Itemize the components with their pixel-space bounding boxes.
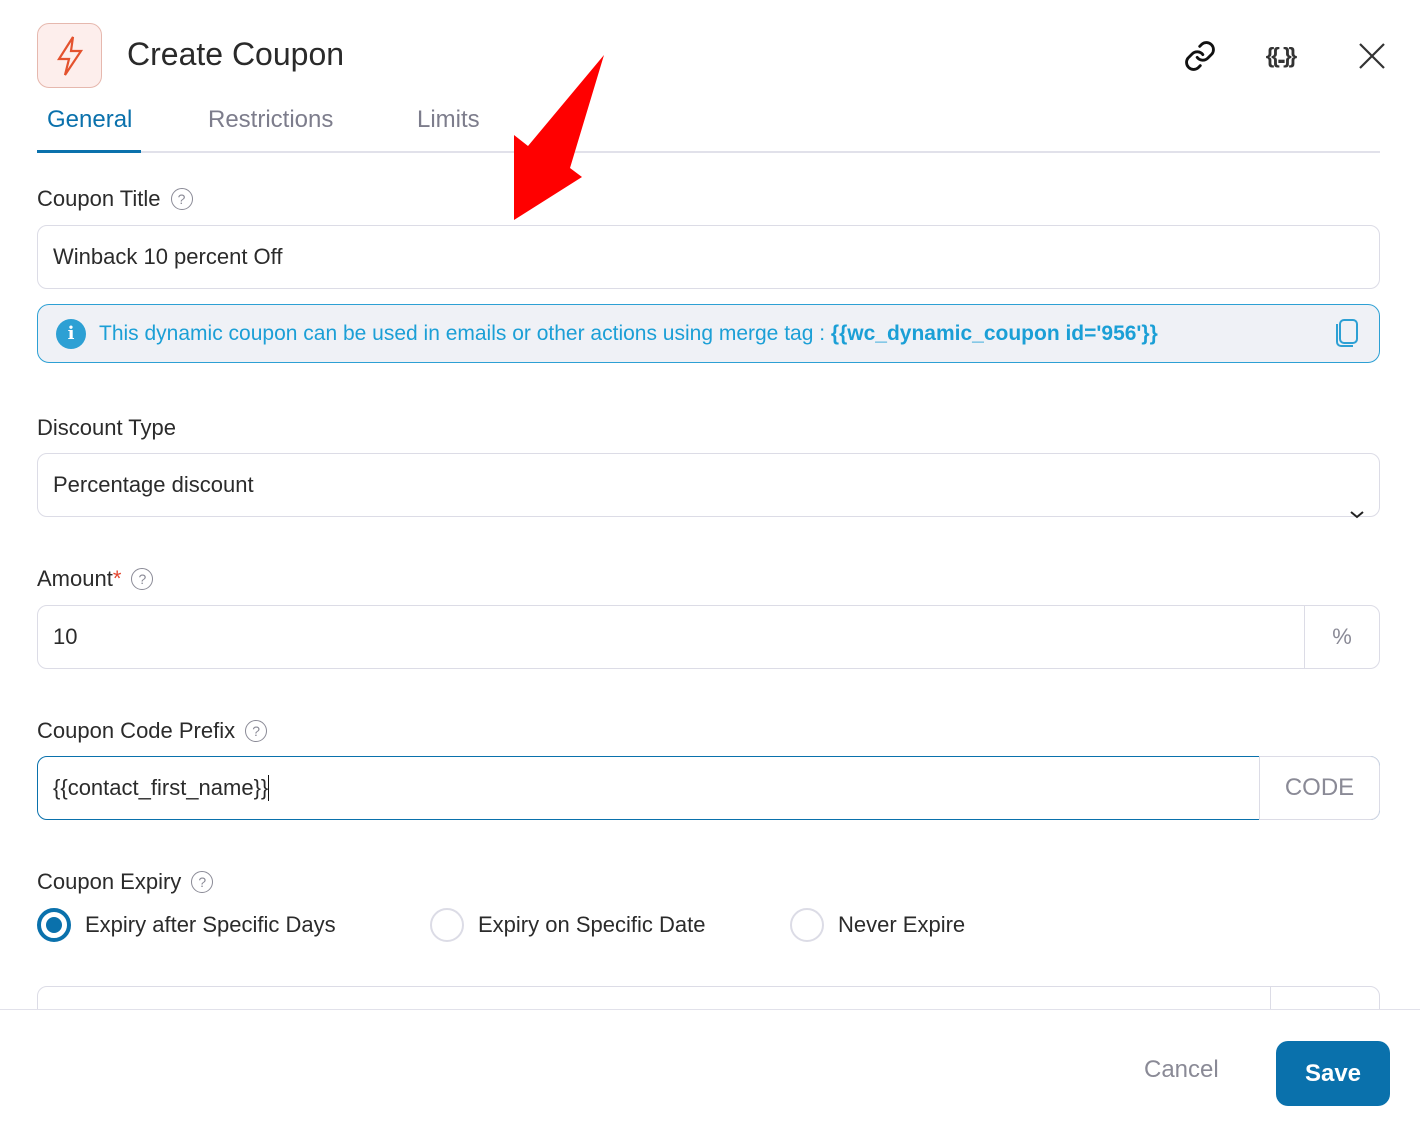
lightning-icon	[37, 23, 102, 88]
radio-expiry-days[interactable]: Expiry after Specific Days	[37, 908, 336, 942]
copy-icon[interactable]	[1335, 318, 1359, 354]
page-title: Create Coupon	[127, 36, 345, 72]
radio-expiry-date[interactable]: Expiry on Specific Date	[430, 908, 705, 942]
help-icon[interactable]: ?	[191, 871, 214, 893]
help-icon[interactable]: ?	[131, 568, 154, 590]
prefix-value: {{contact_first_name}}	[53, 775, 270, 801]
radio-icon	[790, 908, 824, 942]
tab-general[interactable]: General	[47, 106, 132, 134]
radio-icon	[430, 908, 464, 942]
radio-label: Expiry after Specific Days	[85, 912, 336, 937]
merge-tag-info-banner: i This dynamic coupon can be used in ema…	[37, 304, 1380, 363]
close-icon[interactable]	[1354, 38, 1390, 74]
cancel-button[interactable]: Cancel	[1144, 1056, 1219, 1084]
link-icon[interactable]	[1182, 38, 1218, 74]
help-icon[interactable]: ?	[170, 188, 193, 210]
radio-label: Never Expire	[838, 912, 966, 937]
tab-restrictions[interactable]: Restrictions	[208, 106, 333, 134]
save-button[interactable]: Save	[1276, 1041, 1390, 1106]
merge-tag-text: {{wc_dynamic_coupon id='956'}}	[830, 321, 1158, 345]
chevron-down-icon	[1349, 500, 1365, 526]
discount-type-select[interactable]: Percentage discount	[37, 453, 1380, 519]
required-marker: *	[112, 566, 122, 591]
label-text: Amount	[37, 566, 113, 591]
code-suffix: CODE	[1259, 756, 1380, 820]
coupon-prefix-label: Coupon Code Prefix?	[37, 718, 268, 744]
info-text: This dynamic coupon can be used in email…	[99, 321, 831, 345]
radio-label: Expiry on Specific Date	[478, 912, 706, 937]
label-text: Coupon Expiry	[37, 869, 182, 894]
amount-value: 10	[53, 624, 78, 649]
amount-label: Amount *?	[37, 566, 154, 592]
active-tab-indicator	[37, 150, 141, 153]
coupon-prefix-input[interactable]: {{contact_first_name}} CODE	[37, 756, 1380, 820]
annotation-arrow-icon	[514, 55, 604, 220]
coupon-title-label: Coupon Title?	[37, 186, 193, 212]
modal-footer: Cancel Save	[0, 1009, 1420, 1122]
label-text: Coupon Title	[37, 186, 161, 211]
coupon-title-input[interactable]: Winback 10 percent Off	[37, 225, 1380, 289]
amount-input[interactable]: 10 %	[37, 605, 1380, 669]
modal-header: Create Coupon {{..}}	[0, 0, 1420, 108]
help-icon[interactable]: ?	[245, 720, 268, 742]
discount-type-label: Discount Type	[37, 415, 177, 440]
radio-selected-icon	[37, 908, 71, 942]
info-icon: i	[56, 318, 86, 349]
selected-value: Percentage discount	[53, 472, 254, 497]
coupon-expiry-label: Coupon Expiry?	[37, 869, 214, 895]
tab-limits[interactable]: Limits	[417, 106, 480, 134]
merge-tag-icon[interactable]: {{..}}	[1258, 38, 1302, 74]
percent-suffix: %	[1304, 606, 1379, 668]
radio-never-expire[interactable]: Never Expire	[790, 908, 965, 942]
label-text: Coupon Code Prefix	[37, 718, 236, 743]
